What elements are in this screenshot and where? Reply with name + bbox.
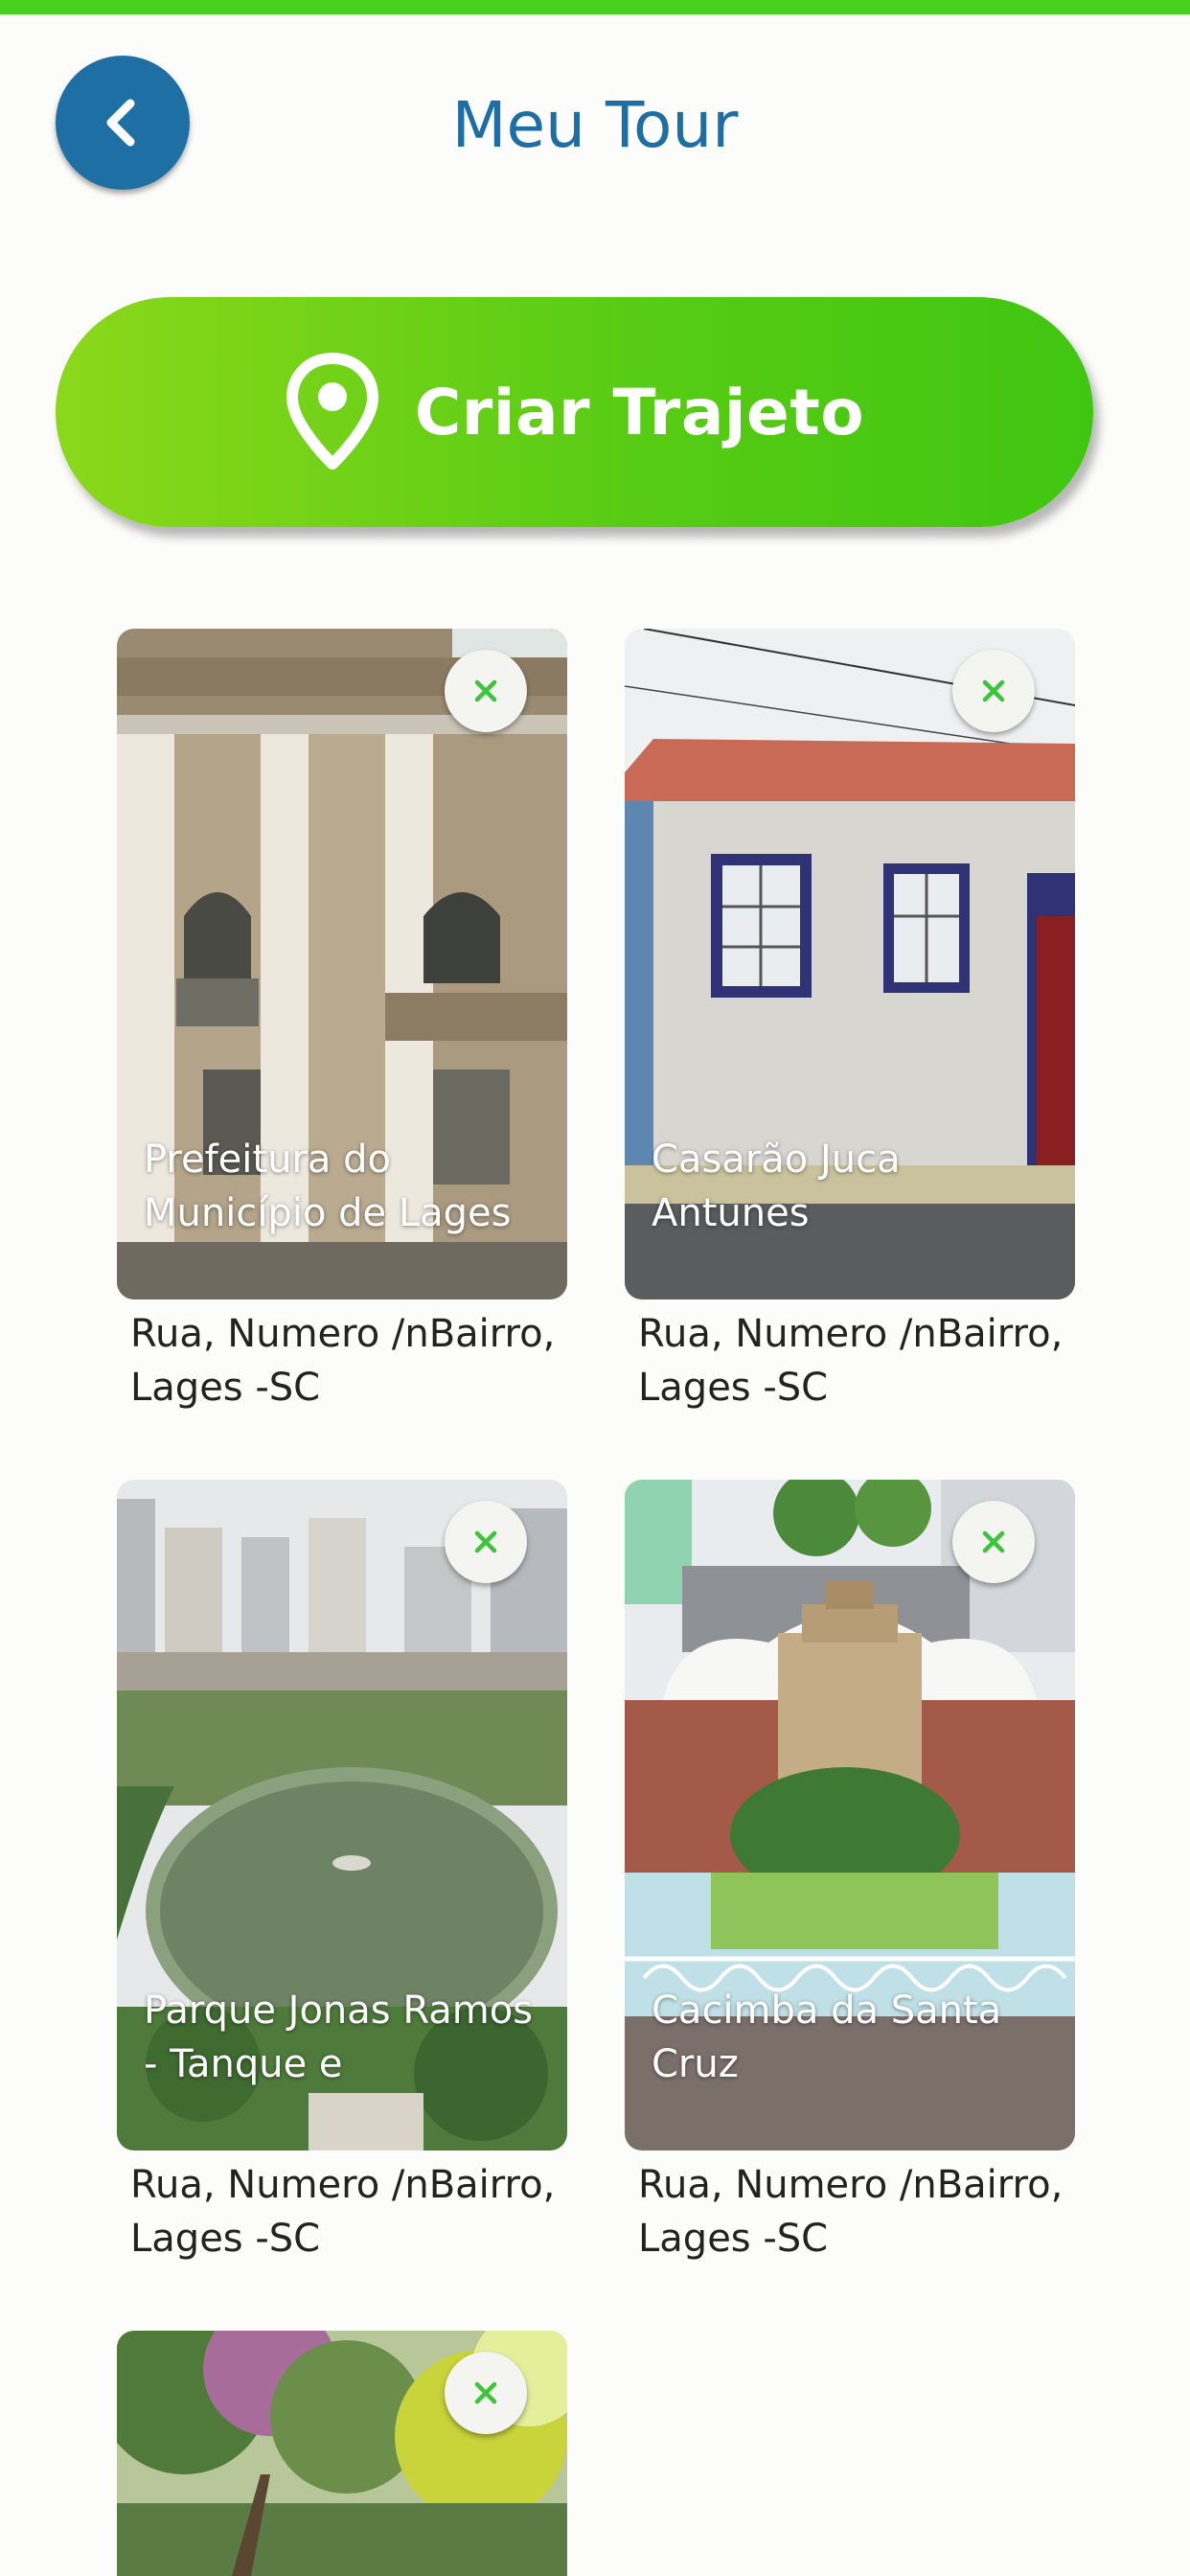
place-address: Rua, Numero /nBairro, Lages -SC bbox=[130, 2163, 556, 2261]
place-photo: Prefeitura do Município de Lages bbox=[117, 629, 567, 1300]
place-card[interactable]: Parque Jonas Ramos - Tanque e Rua, Numer… bbox=[117, 1480, 567, 2266]
place-photo bbox=[117, 2331, 567, 2576]
remove-place-button[interactable] bbox=[952, 650, 1035, 732]
close-icon bbox=[982, 679, 1005, 702]
place-photo: Parque Jonas Ramos - Tanque e bbox=[117, 1480, 567, 2150]
place-photo: Cacimba da Santa Cruz bbox=[625, 1480, 1075, 2150]
place-card[interactable]: Casarão Juca Antunes Rua, Numero /nBairr… bbox=[625, 629, 1075, 1414]
remove-place-button[interactable] bbox=[445, 1501, 527, 1583]
close-icon bbox=[474, 2381, 497, 2404]
remove-place-button[interactable] bbox=[445, 2352, 527, 2434]
top-accent-bar bbox=[0, 0, 1190, 14]
close-icon bbox=[474, 1530, 497, 1553]
place-address: Rua, Numero /nBairro, Lages -SC bbox=[638, 1312, 1064, 1410]
page-title: Meu Tour bbox=[451, 88, 739, 162]
close-icon bbox=[982, 1530, 1005, 1553]
place-card[interactable] bbox=[117, 2331, 567, 2576]
remove-place-button[interactable] bbox=[445, 650, 527, 732]
place-card[interactable]: Prefeitura do Município de Lages Rua, Nu… bbox=[117, 629, 567, 1414]
create-route-button[interactable]: Criar Trajeto bbox=[56, 297, 1093, 527]
place-name: Cacimba da Santa Cruz bbox=[652, 1989, 1002, 2086]
map-pin-icon bbox=[286, 353, 378, 470]
create-route-label: Criar Trajeto bbox=[414, 375, 865, 449]
place-name: Prefeitura do Município de Lages bbox=[144, 1138, 512, 1235]
place-photo: Casarão Juca Antunes bbox=[625, 629, 1075, 1300]
remove-place-button[interactable] bbox=[952, 1501, 1035, 1583]
place-card[interactable]: Cacimba da Santa Cruz Rua, Numero /nBair… bbox=[625, 1480, 1075, 2266]
close-icon bbox=[474, 679, 497, 702]
place-name: Parque Jonas Ramos - Tanque e bbox=[144, 1989, 534, 2086]
place-name: Casarão Juca Antunes bbox=[652, 1138, 901, 1235]
place-address: Rua, Numero /nBairro, Lages -SC bbox=[130, 1312, 556, 1410]
place-address: Rua, Numero /nBairro, Lages -SC bbox=[638, 2163, 1064, 2261]
